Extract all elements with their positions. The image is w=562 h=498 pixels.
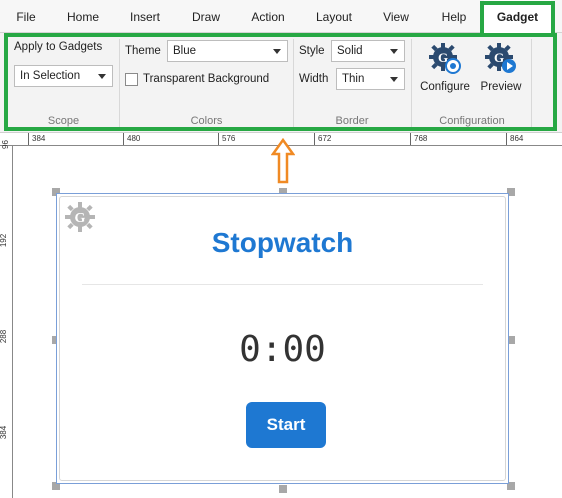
gadget-frame: G Stopwatch 0:00 Start xyxy=(59,196,506,481)
ruler-number: 384 xyxy=(32,134,46,143)
ruler-tick xyxy=(123,133,124,145)
start-button[interactable]: Start xyxy=(246,402,326,448)
ruler-number: 672 xyxy=(318,134,332,143)
ruler-number: 96 xyxy=(0,140,10,149)
tab-action[interactable]: Action xyxy=(244,0,292,33)
stopwatch-gadget[interactable]: G Stopwatch 0:00 Start xyxy=(56,193,509,484)
ruler-number: 576 xyxy=(222,134,236,143)
menu-tab-bar: File Home Insert Draw Action Layout View… xyxy=(0,0,562,34)
ruler-tick xyxy=(410,133,411,145)
tab-view[interactable]: View xyxy=(374,0,418,33)
vertical-ruler: 96 192 288 384 xyxy=(0,140,13,498)
stopwatch-title: Stopwatch xyxy=(211,227,354,258)
svg-text:G: G xyxy=(75,211,86,226)
gadget-ribbon-highlight xyxy=(4,33,557,131)
tab-insert[interactable]: Insert xyxy=(121,0,169,33)
ruler-tick xyxy=(28,133,29,145)
ruler-number: 864 xyxy=(510,134,524,143)
tab-layout[interactable]: Layout xyxy=(309,0,359,33)
ruler-number: 288 xyxy=(0,329,9,344)
ruler-tick xyxy=(218,133,219,145)
gadget-tab-highlight xyxy=(480,1,555,37)
orange-up-arrow-icon xyxy=(271,138,295,184)
tab-home[interactable]: Home xyxy=(60,0,106,33)
ruler-number: 480 xyxy=(127,134,141,143)
resize-handle[interactable] xyxy=(279,485,287,493)
ruler-tick xyxy=(314,133,315,145)
tab-draw[interactable]: Draw xyxy=(184,0,228,33)
stopwatch-time-display: 0:00 xyxy=(239,329,326,370)
ruler-number: 768 xyxy=(414,134,428,143)
ruler-number: 384 xyxy=(0,425,9,440)
ruler-tick xyxy=(506,133,507,145)
tab-file[interactable]: File xyxy=(8,0,44,33)
title-divider xyxy=(82,284,483,285)
tab-help[interactable]: Help xyxy=(432,0,476,33)
ruler-number: 192 xyxy=(0,233,9,248)
